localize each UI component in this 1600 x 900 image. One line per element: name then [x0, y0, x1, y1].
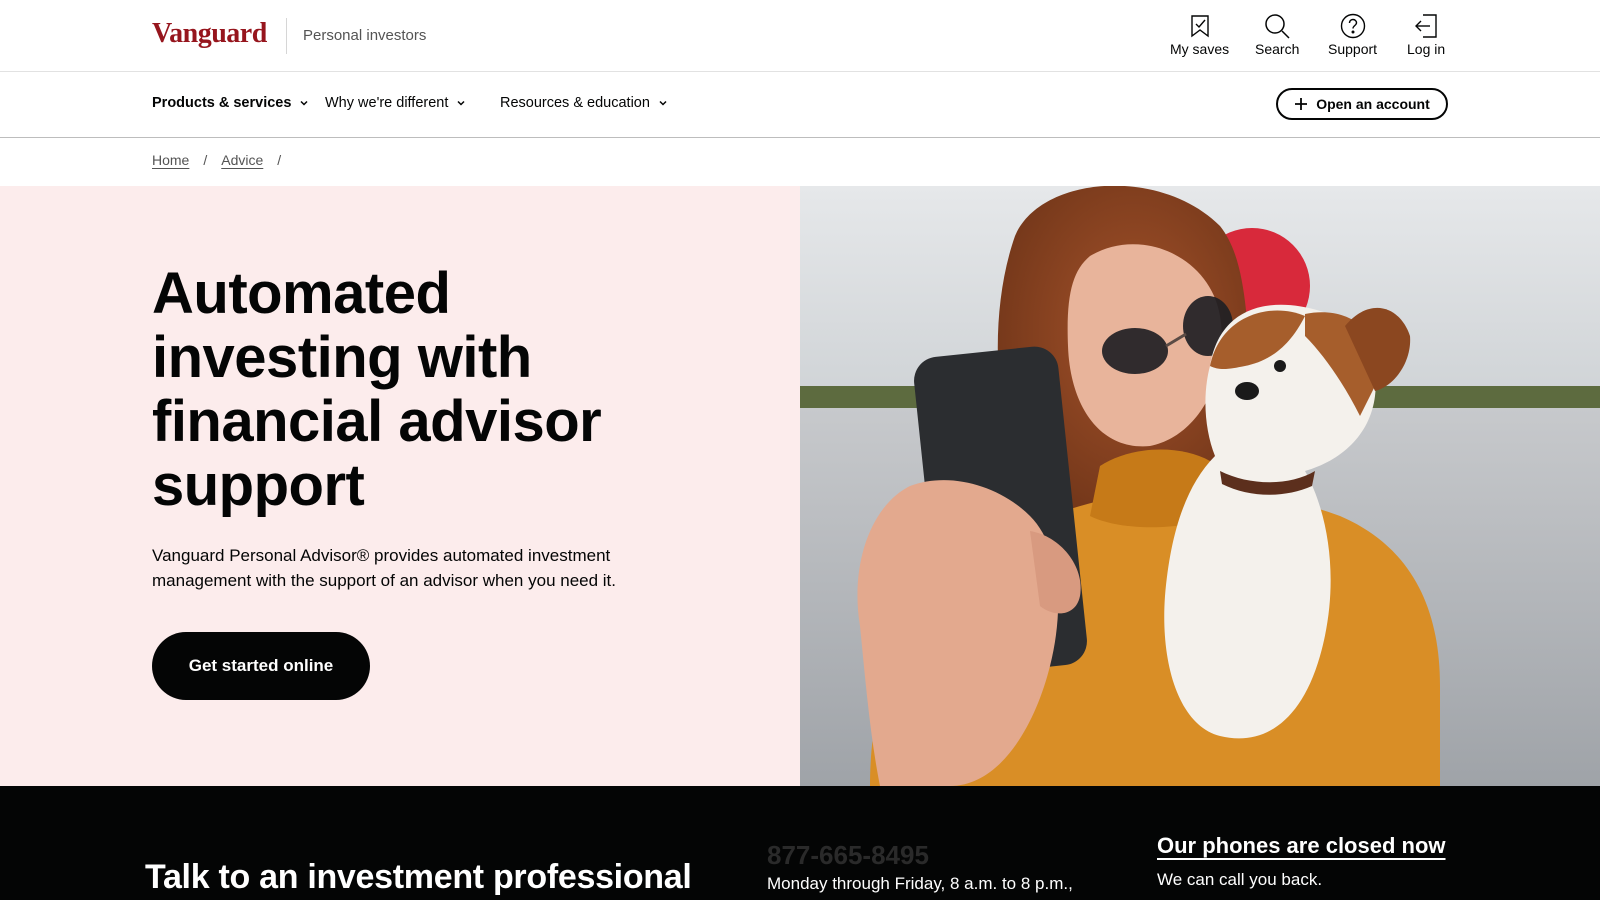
my-saves-label: My saves: [1170, 41, 1230, 57]
get-started-button[interactable]: Get started online: [152, 632, 370, 700]
hero-description: Vanguard Personal Advisor® provides auto…: [152, 546, 617, 590]
breadcrumb-separator: /: [277, 152, 282, 168]
hero-photo-illustration: [800, 186, 1600, 786]
nav-resources-education[interactable]: Resources & education: [500, 95, 668, 111]
search-label: Search: [1255, 41, 1300, 57]
my-saves-button[interactable]: My saves: [1170, 12, 1229, 57]
nav-products-services[interactable]: Products & services: [152, 95, 309, 111]
breadcrumb-home[interactable]: Home: [152, 152, 189, 168]
chevron-down-icon: [300, 100, 308, 106]
nav-products-services-label: Products & services: [152, 95, 292, 111]
support-label: Support: [1328, 41, 1378, 57]
question-circle-icon: [1340, 13, 1365, 39]
bookmark-icon: [1190, 15, 1209, 38]
breadcrumb-separator: /: [203, 152, 208, 168]
vanguard-logo[interactable]: Vanguard: [152, 18, 267, 50]
nav-resources-education-label: Resources & education: [500, 95, 650, 111]
hero-title: Automated investing with financial advis…: [152, 261, 602, 518]
contact-phone[interactable]: 877-665-8495: [767, 840, 929, 871]
breadcrumb: Home / Advice /: [152, 152, 295, 168]
chevron-down-icon: [659, 100, 667, 106]
callback-text: We can call you back.: [1157, 870, 1323, 889]
segment-label[interactable]: Personal investors: [303, 27, 426, 44]
open-account-label: Open an account: [1316, 96, 1430, 112]
search-button[interactable]: Search: [1255, 12, 1299, 57]
login-icon: [1415, 14, 1437, 38]
plus-icon: [1295, 98, 1308, 110]
phones-closed-link[interactable]: Our phones are closed now: [1157, 833, 1446, 859]
chevron-down-icon: [457, 100, 465, 106]
contact-title: Talk to an investment professional: [145, 858, 692, 896]
hero-image: [800, 186, 1600, 786]
breadcrumb-advice[interactable]: Advice: [221, 152, 263, 168]
contact-band: Talk to an investment professional 877-6…: [0, 786, 1600, 900]
search-icon: [1265, 14, 1290, 39]
log-in-button[interactable]: Log in: [1407, 12, 1445, 57]
contact-hours: Monday through Friday, 8 a.m. to 8 p.m.,: [767, 874, 1073, 893]
logo-divider: [286, 18, 287, 54]
open-account-button[interactable]: Open an account: [1276, 88, 1448, 120]
support-button[interactable]: Support: [1328, 12, 1377, 57]
top-bar: Vanguard Personal investors My saves Sea…: [0, 0, 1600, 72]
log-in-label: Log in: [1407, 41, 1446, 57]
nav-why-different-label: Why we're different: [325, 95, 449, 111]
main-nav: Products & services Why we're different …: [0, 72, 1600, 138]
nav-why-different[interactable]: Why we're different: [325, 95, 466, 111]
